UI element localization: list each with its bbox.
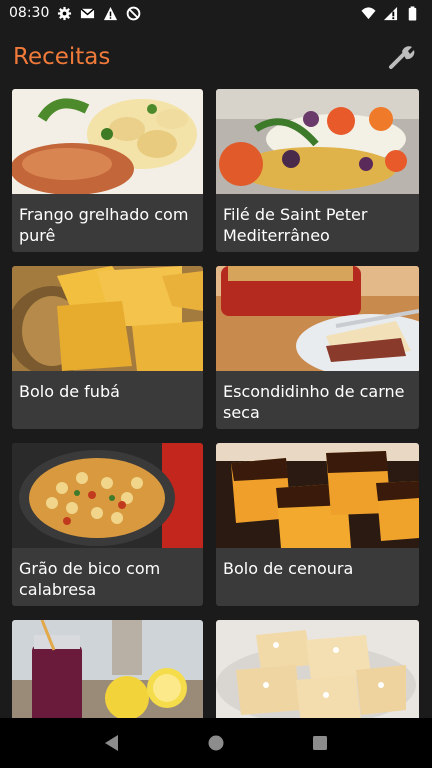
recipe-card[interactable] (12, 620, 203, 718)
gmail-icon (80, 7, 95, 18)
recipe-title: Escondidinho de carne seca (223, 382, 405, 422)
recipe-title: Grão de bico com calabresa (19, 559, 161, 599)
recipe-card[interactable]: Bolo de fubá (12, 266, 203, 429)
warning-icon (104, 6, 118, 20)
status-bar: 08:30 (0, 0, 432, 26)
recipe-card[interactable]: Frango grelhado com purê (12, 89, 203, 252)
app-bar: Receitas (0, 26, 432, 88)
coconut-cake-photo (216, 620, 419, 718)
recipe-card[interactable]: Escondidinho de carne seca (216, 266, 419, 429)
recipe-title: Bolo de cenoura (223, 559, 354, 578)
back-icon (105, 735, 118, 751)
battery-icon (408, 5, 417, 21)
navigation-bar (0, 718, 432, 768)
home-button[interactable] (196, 723, 236, 763)
recipe-grid: Frango grelhado com purê Filé de Saint P… (12, 89, 420, 718)
grilled-chicken-mashed-potato-photo (12, 89, 203, 194)
recipe-card[interactable]: Filé de Saint Peter Mediterrâneo (216, 89, 419, 252)
recipe-title: Filé de Saint Peter Mediterrâneo (223, 205, 368, 245)
chickpea-stew-photo (12, 443, 203, 548)
settings-button[interactable] (386, 40, 420, 74)
home-icon (208, 735, 224, 751)
wrench-icon (389, 46, 415, 69)
carrot-cake-photo (216, 443, 419, 548)
status-time: 08:30 (9, 5, 50, 21)
recipe-card[interactable] (216, 620, 419, 718)
gear-icon (58, 6, 72, 20)
recipe-card[interactable]: Grão de bico com calabresa (12, 443, 203, 606)
recents-button[interactable] (300, 723, 340, 763)
recents-icon (313, 736, 327, 750)
berry-drink-photo (12, 620, 203, 718)
back-button[interactable] (92, 723, 132, 763)
cornmeal-cake-photo (12, 266, 203, 371)
recipe-card[interactable]: Bolo de cenoura (216, 443, 419, 606)
wifi-icon (361, 6, 376, 19)
recipe-title: Bolo de fubá (19, 382, 120, 401)
page-title: Receitas (13, 44, 111, 70)
recipe-title: Frango grelhado com purê (19, 205, 189, 245)
fish-tomatoes-olives-photo (216, 89, 419, 194)
no-disturb-icon (127, 6, 141, 20)
signal-icon (383, 6, 398, 20)
escondidinho-dish-photo (216, 266, 419, 371)
